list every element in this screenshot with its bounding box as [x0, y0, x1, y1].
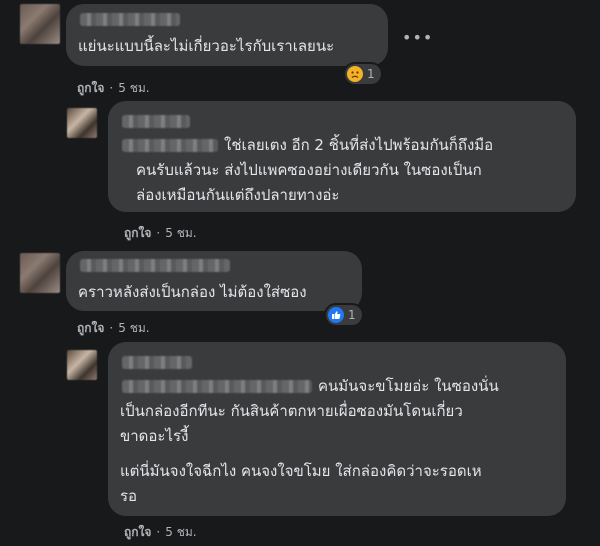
author-name-blurred[interactable]	[80, 259, 230, 272]
more-options-icon[interactable]: •••	[402, 28, 433, 47]
comment-bubble: แย่นะแบบนี้ละไม่เกี่ยวอะไรกับเราเลยนะ	[66, 4, 388, 66]
avatar[interactable]	[20, 4, 60, 44]
comment-meta: ถูกใจ · 5 ชม.	[124, 226, 197, 240]
comment-text: ล่องเหมือนกันแต่ถึงปลายทางอ่ะ	[136, 186, 340, 204]
reaction-count[interactable]: 1	[345, 64, 381, 84]
comment-text: แต่นี่มันจงใจฉีกไง คนจงใจขโมย ใส่กล่องคิ…	[120, 462, 482, 480]
comment-text: ใช่เลยเตง อีก 2 ชิ้นที่ส่งไปพร้อมกันก็ถึ…	[224, 136, 494, 154]
timestamp[interactable]: 5 ชม.	[165, 226, 196, 240]
like-link[interactable]: ถูกใจ	[77, 81, 104, 95]
comment-bubble: ใช่เลยเตง อีก 2 ชิ้นที่ส่งไปพร้อมกันก็ถึ…	[108, 101, 576, 212]
like-link[interactable]: ถูกใจ	[77, 321, 104, 335]
mention-blurred[interactable]	[122, 380, 312, 393]
author-name-blurred[interactable]	[122, 115, 190, 128]
timestamp[interactable]: 5 ชม.	[165, 525, 196, 539]
timestamp[interactable]: 5 ชม.	[118, 81, 149, 95]
avatar[interactable]	[67, 350, 97, 380]
comment-meta: ถูกใจ · 5 ชม.	[77, 81, 150, 95]
sad-face-icon	[347, 66, 363, 82]
comment-text: รอ	[120, 487, 138, 505]
timestamp[interactable]: 5 ชม.	[118, 321, 149, 335]
comment-text: แย่นะแบบนี้ละไม่เกี่ยวอะไรกับเราเลยนะ	[78, 37, 335, 55]
like-link[interactable]: ถูกใจ	[124, 525, 151, 539]
avatar[interactable]	[20, 253, 60, 293]
author-name-blurred[interactable]	[122, 356, 192, 369]
reaction-count-label: 1	[348, 308, 356, 322]
mention-blurred[interactable]	[122, 139, 218, 152]
like-link[interactable]: ถูกใจ	[124, 226, 151, 240]
thumbs-up-icon	[328, 307, 344, 323]
comment-text: คนรับแล้วนะ ส่งไปแพคซองอย่างเดียวกัน ในซ…	[136, 161, 482, 179]
avatar[interactable]	[67, 108, 97, 138]
comment-text: เป็นกล่องอีกทีนะ กันสินค้าตกหายเผื่อซองม…	[120, 402, 463, 420]
author-name-blurred[interactable]	[80, 13, 180, 26]
comment-text: ขาดอะไรงี้	[120, 427, 189, 445]
comment-bubble: คนมันจะขโมยอ่ะ ในซองนั่น เป็นกล่องอีกทีน…	[108, 342, 566, 516]
comment-bubble: คราวหลังส่งเป็นกล่อง ไม่ต้องใส่ซอง	[66, 251, 362, 311]
comment-meta: ถูกใจ · 5 ชม.	[124, 525, 197, 539]
reaction-count[interactable]: 1	[326, 305, 362, 325]
comment-text: คนมันจะขโมยอ่ะ ในซองนั่น	[318, 377, 499, 395]
comment-text: คราวหลังส่งเป็นกล่อง ไม่ต้องใส่ซอง	[78, 283, 307, 301]
comment-meta: ถูกใจ · 5 ชม.	[77, 321, 150, 335]
reaction-count-label: 1	[367, 67, 375, 81]
